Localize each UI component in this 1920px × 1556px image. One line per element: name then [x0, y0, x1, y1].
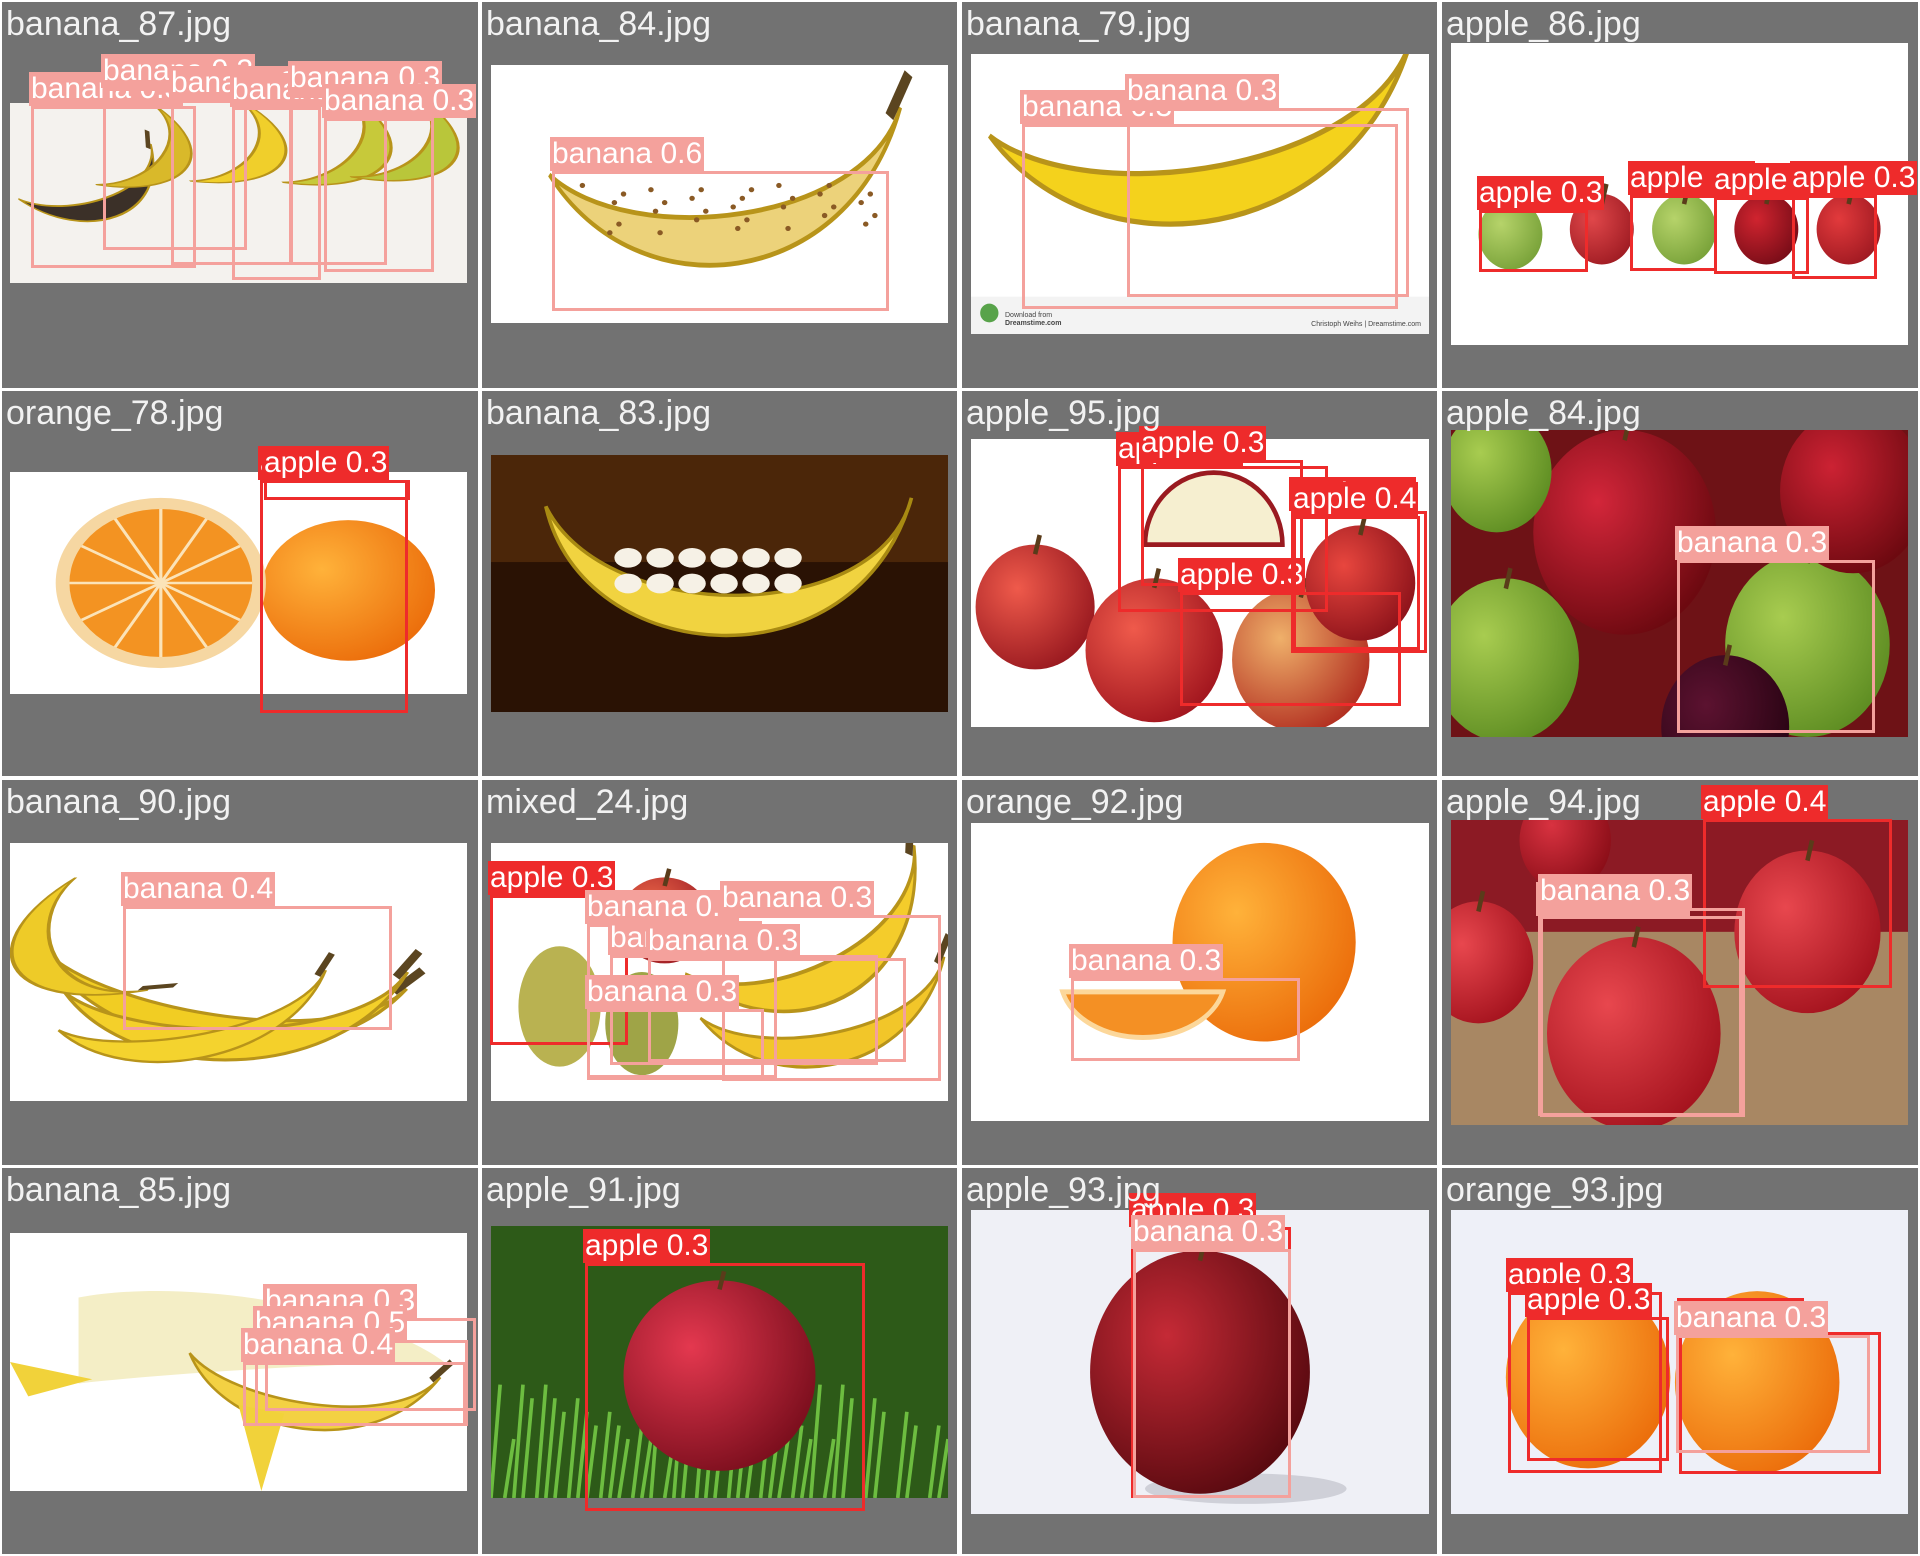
bounding-box-outline — [243, 1362, 466, 1426]
image-filename: mixed_24.jpg — [486, 783, 689, 821]
image-filename: apple_95.jpg — [966, 394, 1161, 432]
detection-box: apple 0.3 — [1525, 1283, 1669, 1461]
bounding-box-outline — [123, 906, 392, 1030]
image-filename: orange_78.jpg — [6, 394, 224, 432]
image-filename: banana_90.jpg — [6, 783, 232, 821]
bounding-box-outline — [264, 480, 410, 500]
bounding-box-outline — [1630, 195, 1717, 271]
detection-box: banana 0.6 — [550, 137, 889, 311]
image-filename: banana_79.jpg — [966, 5, 1192, 43]
prediction-tile: Download from Dreamstime.com Christoph Wei… — [962, 2, 1437, 388]
detection-box: apple 0.3 — [583, 1229, 865, 1511]
detection-box: banana 0.3 — [322, 84, 477, 272]
detection-label: apple 0.4 — [1291, 482, 1419, 516]
image-filename: banana_85.jpg — [6, 1171, 232, 1209]
fruit-photo — [491, 455, 948, 712]
detection-label: banana 0.3 — [585, 890, 740, 924]
image-filename: orange_93.jpg — [1446, 1171, 1664, 1209]
image-filename: banana_83.jpg — [486, 394, 712, 432]
bounding-box-outline — [587, 1009, 764, 1080]
detection-label: banana 0.4 — [121, 872, 276, 906]
prediction-tile: apple 0.3apple 0.3apple 0.3apple 0.3appl… — [1442, 2, 1918, 388]
bounding-box-outline — [1071, 978, 1300, 1061]
detection-label: apple 0.3 — [262, 446, 390, 480]
bounding-box-outline — [1479, 210, 1588, 272]
bounding-box-outline — [1293, 516, 1420, 650]
prediction-tile: banana 0.3 apple_84.jpg — [1442, 391, 1918, 776]
detection-label: apple 0.3 — [1525, 1283, 1653, 1317]
watermark-line: Download from — [1005, 312, 1053, 319]
bounding-box-outline — [324, 118, 434, 272]
bounding-box-outline — [1527, 1317, 1669, 1461]
prediction-tile: apple 0.3apple 0.3orange_78.jpg — [2, 391, 478, 776]
detection-box: apple 0.3 — [1790, 161, 1918, 279]
prediction-tile: banana 0.6 banana_84.jpg — [482, 2, 957, 388]
detection-box: banana 0.4 — [121, 872, 392, 1030]
prediction-tile: apple 0.3banana 0.3banana 0.4banana 0.3b… — [482, 780, 957, 1165]
prediction-grid: banana 0.3banana 0.3banana 0.3banana 0.3… — [0, 0, 1920, 1556]
bounding-box-outline — [1133, 1249, 1291, 1498]
prediction-tile: apple 0.4banana 0.3banana 0.3apple_94.jp… — [1442, 780, 1918, 1165]
detection-box: banana 0.3 — [1674, 1301, 1870, 1453]
detection-label: banana 0.3 — [1675, 526, 1830, 560]
watermark-credit: Christoph Weihs | Dreamstime.com — [1311, 321, 1421, 328]
bounding-box-outline — [1540, 908, 1745, 1117]
prediction-tile: banana 0.4 banana_90.jpg — [2, 780, 478, 1165]
detection-box: banana 0.3 — [1125, 74, 1409, 297]
detection-label: banana 0.3 — [1069, 944, 1224, 978]
image-filename: apple_93.jpg — [966, 1171, 1161, 1209]
detection-box: banana 0.3 — [585, 975, 764, 1080]
prediction-tile: apple 0.3apple 0.3apple 0.3banana 0.3ora… — [1442, 1168, 1918, 1554]
detection-box: banana 0.3 — [1131, 1215, 1291, 1498]
detection-box: banana 0.3 — [1069, 944, 1300, 1061]
prediction-tile: banana 0.3 banana 0.5 banana 0.4 banana_85.… — [2, 1168, 478, 1554]
prediction-tile: apple 0.3apple 0.3apple 0.3apple 0.3appl… — [962, 391, 1437, 776]
detection-box: banana 0.4 — [241, 1328, 466, 1426]
watermark-line: Dreamstime.com — [1005, 320, 1062, 327]
detection-label: apple 0.3 — [1477, 176, 1605, 210]
detection-box: apple 0.3 — [1477, 176, 1605, 272]
prediction-tile: apple 0.3 banana 0.3 apple_93.jpg — [962, 1168, 1437, 1554]
bounding-box-outline — [1677, 560, 1875, 733]
image-filename: orange_92.jpg — [966, 783, 1184, 821]
detection-label: banana 0.3 — [1674, 1301, 1829, 1335]
prediction-tile: apple 0.3 apple_91.jpg — [482, 1168, 957, 1554]
detection-box: banana 0.3 — [1538, 874, 1745, 1117]
bounding-box-outline — [1676, 1335, 1870, 1453]
image-filename: apple_91.jpg — [486, 1171, 681, 1209]
image-filename: banana_87.jpg — [6, 5, 232, 43]
image-filename: apple_94.jpg — [1446, 783, 1641, 821]
detection-box: apple 0.3 — [258, 446, 408, 713]
detection-label: banana 0.3 — [1125, 74, 1280, 108]
detection-label: banana 0.6 — [550, 137, 705, 171]
prediction-tile: banana_83.jpg — [482, 391, 957, 776]
image-filename: apple_84.jpg — [1446, 394, 1641, 432]
image-filename: banana_84.jpg — [486, 5, 712, 43]
detection-label: apple 0.4 — [1701, 785, 1829, 819]
watermark: Download from Dreamstime.com — [1005, 312, 1061, 328]
bounding-box-outline — [1127, 108, 1409, 297]
detection-label: banana 0.3 — [720, 881, 875, 915]
detection-label: banana 0.3 — [322, 84, 477, 118]
detection-label: apple 0.3 — [1178, 558, 1306, 592]
detection-box: apple 0.3 — [262, 446, 410, 500]
photo-art — [491, 455, 948, 712]
detection-label: apple 0.3 — [583, 1229, 711, 1263]
bounding-box-outline — [1792, 195, 1877, 279]
prediction-tile: banana 0.3 orange_92.jpg — [962, 780, 1437, 1165]
detection-box: banana 0.3 — [1675, 526, 1875, 733]
detection-label: banana 0.3 — [1538, 874, 1693, 908]
detection-label: banana 0.3 — [1131, 1215, 1286, 1249]
detection-box: apple 0.4 — [1291, 482, 1420, 650]
detection-label: apple 0.3 — [1790, 161, 1918, 195]
detection-label: banana 0.4 — [241, 1328, 396, 1362]
bounding-box-outline — [552, 171, 889, 311]
bounding-box-outline — [260, 480, 408, 713]
detection-label: banana 0.3 — [585, 975, 740, 1009]
detection-box: apple 0.3 — [1628, 161, 1756, 271]
prediction-tile: banana 0.3banana 0.3banana 0.3banana 0.3… — [2, 2, 478, 388]
bounding-box-outline — [585, 1263, 865, 1511]
image-filename: apple_86.jpg — [1446, 5, 1641, 43]
